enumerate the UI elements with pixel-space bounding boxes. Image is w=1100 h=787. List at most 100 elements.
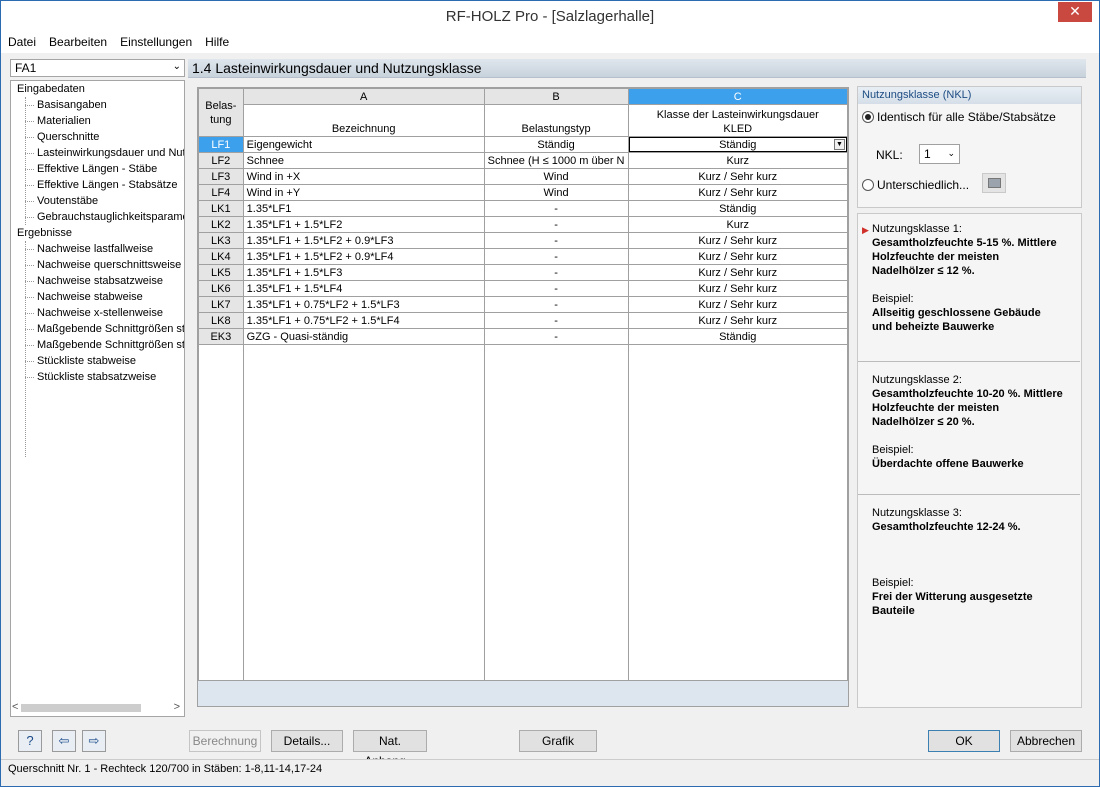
cell-belastungstyp: - bbox=[483, 216, 629, 233]
table-row[interactable]: LF2 Schnee Schnee (H ≤ 1000 m über N Kurz bbox=[198, 152, 848, 169]
cell-kled[interactable]: Kurz / Sehr kurz bbox=[627, 184, 848, 201]
close-button[interactable]: ✕ bbox=[1058, 2, 1092, 22]
tree-item[interactable]: Gebrauchstauglichkeitsparamet bbox=[11, 209, 184, 225]
tree-item[interactable]: Querschnitte bbox=[11, 129, 184, 145]
scroll-left-icon[interactable]: < bbox=[12, 701, 18, 713]
cell-kled[interactable]: Kurz / Sehr kurz bbox=[627, 296, 848, 313]
dropdown-arrow-icon[interactable]: ▼ bbox=[834, 139, 845, 150]
cell-belastungstyp: - bbox=[483, 312, 629, 329]
table-row[interactable]: LK6 1.35*LF1 + 1.5*LF4- Kurz / Sehr kurz bbox=[198, 280, 848, 297]
table-row[interactable]: LK3 1.35*LF1 + 1.5*LF2 + 0.9*LF3- Kurz / S… bbox=[198, 232, 848, 249]
details-button[interactable]: Details... bbox=[271, 730, 343, 752]
radio-different[interactable]: Unterschiedlich... bbox=[862, 178, 969, 192]
row-id[interactable]: LK7 bbox=[198, 296, 244, 313]
table-row[interactable]: LK5 1.35*LF1 + 1.5*LF3- Kurz / Sehr kurz bbox=[198, 264, 848, 281]
tree-item[interactable]: Effektive Längen - Stäbe bbox=[11, 161, 184, 177]
tree-item[interactable]: Stückliste stabweise bbox=[11, 353, 184, 369]
cell-kled[interactable]: Ständig bbox=[627, 328, 848, 345]
table-row[interactable]: LF3 Wind in +X Wind Kurz / Sehr kurz bbox=[198, 168, 848, 185]
kled-combobox-value: Ständig bbox=[719, 139, 757, 151]
tree-item[interactable]: Stückliste stabsatzweise bbox=[11, 369, 184, 385]
previous-icon[interactable]: ⇦ bbox=[52, 730, 76, 752]
table-row[interactable]: LF4 Wind in +Y Wind Kurz / Sehr kurz bbox=[198, 184, 848, 201]
tree-item[interactable]: Nachweise stabsatzweise bbox=[11, 273, 184, 289]
row-id[interactable]: LK6 bbox=[198, 280, 244, 297]
cell-kled[interactable]: Kurz / Sehr kurz bbox=[627, 264, 848, 281]
row-id[interactable]: LK1 bbox=[198, 200, 244, 217]
menu-hilfe[interactable]: Hilfe bbox=[198, 32, 235, 49]
help-icon[interactable]: ? bbox=[18, 730, 42, 752]
table-row[interactable]: LK8 1.35*LF1 + 0.75*LF2 + 1.5*LF4- Kurz / … bbox=[198, 312, 848, 329]
tree-root-results[interactable]: Ergebnisse bbox=[11, 225, 184, 241]
cell-bezeichnung: 1.35*LF1 + 1.5*LF2 + 0.9*LF3 bbox=[242, 232, 485, 249]
cell-bezeichnung: Schnee bbox=[242, 152, 485, 169]
cell-bezeichnung: 1.35*LF1 + 1.5*LF4 bbox=[242, 280, 485, 297]
kled-combobox[interactable]: Ständig ▼ bbox=[628, 137, 847, 152]
row-id[interactable]: LF3 bbox=[198, 168, 244, 185]
table-row[interactable]: LK1 1.35*LF1- Ständig bbox=[198, 200, 848, 217]
table-row[interactable]: LK2 1.35*LF1 + 1.5*LF2- Kurz bbox=[198, 216, 848, 233]
scroll-right-icon[interactable]: > bbox=[174, 701, 180, 713]
table-row[interactable]: LK7 1.35*LF1 + 0.75*LF2 + 1.5*LF3- Kurz / … bbox=[198, 296, 848, 313]
row-id[interactable]: LF2 bbox=[198, 152, 244, 169]
tree-item[interactable]: Maßgebende Schnittgrößen sta bbox=[11, 337, 184, 353]
scrollbar-thumb[interactable] bbox=[21, 704, 141, 712]
graphic-button[interactable]: Grafik bbox=[519, 730, 597, 752]
tree-item[interactable]: Maßgebende Schnittgrößen sta bbox=[11, 321, 184, 337]
tree-item[interactable]: Nachweise stabweise bbox=[11, 289, 184, 305]
row-id[interactable]: LF1 bbox=[198, 136, 244, 153]
row-id[interactable]: EK3 bbox=[198, 328, 244, 345]
row-id[interactable]: LK3 bbox=[198, 232, 244, 249]
tree-root-input[interactable]: Eingabedaten bbox=[11, 81, 184, 97]
navigator-tree[interactable]: Eingabedaten Basisangaben Materialien Qu… bbox=[10, 80, 185, 717]
cell-kled[interactable]: Kurz bbox=[627, 216, 848, 233]
info-panel: ▶ Nutzungsklasse 1: Gesamtholzfeuchte 5-… bbox=[857, 213, 1082, 708]
menu-einstellungen[interactable]: Einstellungen bbox=[113, 32, 198, 49]
cell-belastungstyp: - bbox=[483, 264, 629, 281]
column-letter-a[interactable]: A bbox=[242, 88, 485, 105]
tree-item[interactable]: Effektive Längen - Stabsätze bbox=[11, 177, 184, 193]
cell-kled[interactable]: Kurz bbox=[627, 152, 848, 169]
radio-checked-icon[interactable] bbox=[862, 111, 874, 123]
national-annex-button[interactable]: Nat. Anhang... bbox=[353, 730, 427, 768]
cell-kled[interactable]: Ständig bbox=[627, 200, 848, 217]
cell-kled[interactable]: Kurz / Sehr kurz bbox=[627, 168, 848, 185]
row-id[interactable]: LK5 bbox=[198, 264, 244, 281]
radio-same-for-all[interactable]: Identisch für alle Stäbe/Stabsätze bbox=[862, 110, 1056, 124]
nkl-select[interactable]: 1 ⌄ bbox=[919, 144, 960, 164]
cancel-button[interactable]: Abbrechen bbox=[1010, 730, 1082, 752]
radio-same-label: Identisch für alle Stäbe/Stabsätze bbox=[877, 110, 1056, 124]
cell-kled-active[interactable]: Ständig ▼ bbox=[627, 136, 848, 153]
tree-item[interactable]: Nachweise querschnittsweise bbox=[11, 257, 184, 273]
menu-bearbeiten[interactable]: Bearbeiten bbox=[42, 32, 113, 49]
tree-item[interactable]: Materialien bbox=[11, 113, 184, 129]
cell-kled[interactable]: Kurz / Sehr kurz bbox=[627, 280, 848, 297]
ok-button[interactable]: OK bbox=[928, 730, 1000, 752]
info-text: Holzfeuchte der meisten bbox=[872, 251, 1000, 263]
row-id[interactable]: LF4 bbox=[198, 184, 244, 201]
cell-kled[interactable]: Kurz / Sehr kurz bbox=[627, 232, 848, 249]
menu-datei[interactable]: Datei bbox=[1, 32, 42, 49]
tree-item[interactable]: Basisangaben bbox=[11, 97, 184, 113]
cell-kled[interactable]: Kurz / Sehr kurz bbox=[627, 248, 848, 265]
row-id[interactable]: LK4 bbox=[198, 248, 244, 265]
column-letter-c[interactable]: C bbox=[627, 88, 848, 105]
row-id[interactable]: LK2 bbox=[198, 216, 244, 233]
tree-item[interactable]: Nachweise x-stellenweise bbox=[11, 305, 184, 321]
radio-unchecked-icon[interactable] bbox=[862, 179, 874, 191]
empty-cell bbox=[483, 344, 629, 681]
tree-horizontal-scrollbar[interactable]: < > bbox=[11, 700, 184, 716]
table-row[interactable]: EK3 GZG - Quasi-ständig - Ständig bbox=[198, 328, 848, 345]
tree-item[interactable]: Voutenstäbe bbox=[11, 193, 184, 209]
edit-nkl-button[interactable] bbox=[982, 173, 1006, 193]
column-letter-b[interactable]: B bbox=[483, 88, 629, 105]
calculation-button[interactable]: Berechnung bbox=[189, 730, 261, 752]
next-icon[interactable]: ⇨ bbox=[82, 730, 106, 752]
cell-kled[interactable]: Kurz / Sehr kurz bbox=[627, 312, 848, 329]
tree-item-selected[interactable]: Lasteinwirkungsdauer und Nutz bbox=[11, 145, 184, 161]
tree-item[interactable]: Nachweise lastfallweise bbox=[11, 241, 184, 257]
row-id[interactable]: LK8 bbox=[198, 312, 244, 329]
table-row[interactable]: LK4 1.35*LF1 + 1.5*LF2 + 0.9*LF4- Kurz / S… bbox=[198, 248, 848, 265]
case-select[interactable]: FA1 ⌄ bbox=[10, 59, 185, 77]
table-row[interactable]: LF1 Eigengewicht Ständig Ständig ▼ bbox=[198, 136, 848, 153]
